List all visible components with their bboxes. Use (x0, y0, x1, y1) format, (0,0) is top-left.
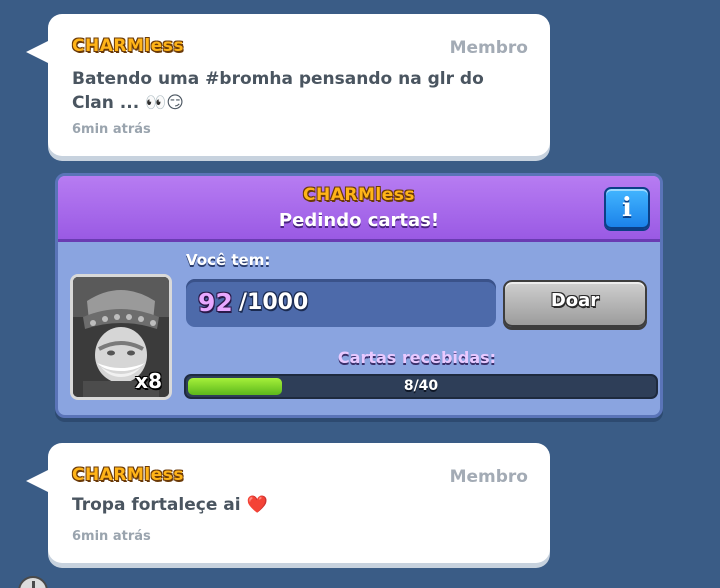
card-count: x8 (135, 369, 162, 393)
chat-message[interactable]: CHARMless Membro Tropa fortaleçe ai ❤️ 6… (26, 443, 550, 563)
owned-count: 92 (198, 288, 233, 317)
received-progress-text: 8/40 (403, 378, 439, 394)
requested-card[interactable]: x8 (70, 274, 172, 400)
request-title: Pedindo cartas! (278, 210, 440, 231)
upgrade-max: /1000 (239, 290, 309, 315)
chat-message[interactable]: CHARMless Membro Batendo uma #bromha pen… (26, 14, 550, 156)
clock-icon[interactable] (18, 576, 48, 588)
you-have-label: Você tem: (186, 251, 271, 269)
request-header: CHARMless Pedindo cartas! i (58, 176, 660, 242)
owned-count-box: 92 /1000 (186, 279, 496, 327)
requester-name[interactable]: CHARMless (58, 185, 660, 205)
message-timestamp: 6min atrás (72, 529, 151, 544)
received-progress: 8/40 (184, 374, 658, 399)
member-role: Membro (449, 38, 528, 58)
info-icon[interactable]: i (604, 187, 650, 229)
donate-button[interactable]: Doar (503, 280, 647, 327)
message-text: Tropa fortaleçe ai ❤️ (72, 495, 268, 515)
message-text: Batendo uma #bromha pensando na glr do C… (72, 69, 484, 113)
received-label: Cartas recebidas: (337, 348, 497, 367)
message-timestamp: 6min atrás (72, 122, 151, 137)
author-name[interactable]: CHARMless (72, 465, 184, 485)
author-name[interactable]: CHARMless (72, 36, 184, 56)
member-role: Membro (449, 467, 528, 487)
card-request: CHARMless Pedindo cartas! i x8 Você tem:… (55, 173, 663, 418)
